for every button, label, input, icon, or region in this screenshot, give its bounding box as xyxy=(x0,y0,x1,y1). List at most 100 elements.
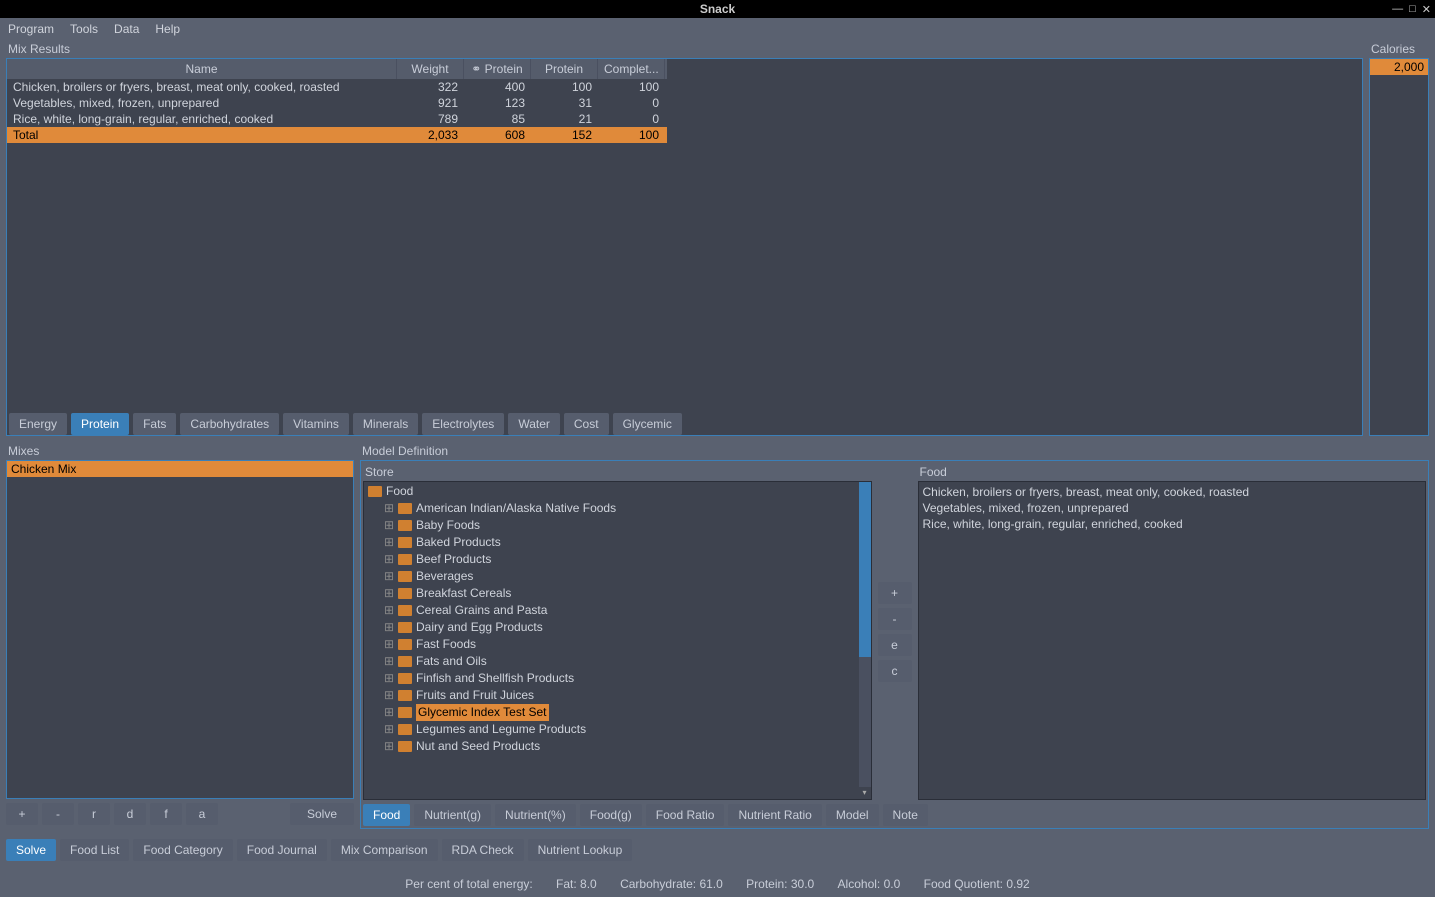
expand-icon[interactable]: ⊞ xyxy=(384,704,394,721)
tab-energy[interactable]: Energy xyxy=(9,413,67,435)
model-tab-nutrientratio[interactable]: Nutrient Ratio xyxy=(728,804,821,826)
mix-btn-r[interactable]: r xyxy=(78,803,110,825)
expand-icon[interactable]: ⊞ xyxy=(384,738,394,755)
main-tab-nutrientlookup[interactable]: Nutrient Lookup xyxy=(528,839,633,861)
model-tab-foodg[interactable]: Food(g) xyxy=(580,804,642,826)
tree-root[interactable]: Food xyxy=(366,483,869,500)
close-icon[interactable]: ✕ xyxy=(1422,3,1431,16)
store-tree[interactable]: Food⊞American Indian/Alaska Native Foods… xyxy=(363,481,872,800)
col-protein[interactable]: Protein xyxy=(531,59,598,79)
tab-water[interactable]: Water xyxy=(508,413,560,435)
mix-btn-f[interactable]: f xyxy=(150,803,182,825)
tab-glycemic[interactable]: Glycemic xyxy=(613,413,682,435)
table-row-total[interactable]: Total2,033608152100 xyxy=(7,127,667,143)
cell-name: Rice, white, long-grain, regular, enrich… xyxy=(7,111,397,127)
tab-minerals[interactable]: Minerals xyxy=(353,413,418,435)
model-tab-note[interactable]: Note xyxy=(883,804,928,826)
tab-protein[interactable]: Protein xyxy=(71,413,129,435)
expand-icon[interactable]: ⊞ xyxy=(384,670,394,687)
menu-help[interactable]: Help xyxy=(155,22,180,36)
tree-item[interactable]: ⊞Baked Products xyxy=(366,534,869,551)
col-weight[interactable]: Weight xyxy=(397,59,464,79)
tab-electrolytes[interactable]: Electrolytes xyxy=(422,413,504,435)
tree-item[interactable]: ⊞Finfish and Shellfish Products xyxy=(366,670,869,687)
expand-icon[interactable]: ⊞ xyxy=(384,687,394,704)
main-tab-rdacheck[interactable]: RDA Check xyxy=(442,839,524,861)
transfer-btn-+[interactable]: + xyxy=(878,582,912,604)
calories-value[interactable]: 2,000 xyxy=(1370,59,1428,75)
tree-item[interactable]: ⊞Fats and Oils xyxy=(366,653,869,670)
mix-btn--[interactable]: - xyxy=(42,803,74,825)
menu-data[interactable]: Data xyxy=(114,22,139,36)
cell-protein: 100 xyxy=(531,79,598,95)
model-tab-nutrientg[interactable]: Nutrient(g) xyxy=(414,804,491,826)
expand-icon[interactable]: ⊞ xyxy=(384,568,394,585)
expand-icon[interactable]: ⊞ xyxy=(384,721,394,738)
tab-carbohydrates[interactable]: Carbohydrates xyxy=(180,413,279,435)
model-tab-nutrient[interactable]: Nutrient(%) xyxy=(495,804,576,826)
tree-item[interactable]: ⊞Beverages xyxy=(366,568,869,585)
tab-vitamins[interactable]: Vitamins xyxy=(283,413,349,435)
food-list[interactable]: Chicken, broilers or fryers, breast, mea… xyxy=(918,481,1427,800)
food-item[interactable]: Vegetables, mixed, frozen, unprepared xyxy=(923,500,1422,516)
tree-item[interactable]: ⊞Beef Products xyxy=(366,551,869,568)
table-row[interactable]: Vegetables, mixed, frozen, unprepared921… xyxy=(7,95,667,111)
expand-icon[interactable]: ⊞ xyxy=(384,534,394,551)
minimize-icon[interactable]: — xyxy=(1392,3,1403,16)
folder-icon xyxy=(398,639,412,650)
table-row[interactable]: Rice, white, long-grain, regular, enrich… xyxy=(7,111,667,127)
mixes-list[interactable]: Chicken Mix xyxy=(6,460,354,799)
scrollbar[interactable]: ▾ xyxy=(859,482,871,799)
tree-item[interactable]: ⊞Cereal Grains and Pasta xyxy=(366,602,869,619)
tree-label: Fruits and Fruit Juices xyxy=(416,687,534,704)
mix-btn-d[interactable]: d xyxy=(114,803,146,825)
tree-item[interactable]: ⊞Breakfast Cereals xyxy=(366,585,869,602)
tree-item[interactable]: ⊞Glycemic Index Test Set xyxy=(366,704,869,721)
expand-icon[interactable]: ⊞ xyxy=(384,500,394,517)
tab-cost[interactable]: Cost xyxy=(564,413,609,435)
tree-item[interactable]: ⊞Legumes and Legume Products xyxy=(366,721,869,738)
scroll-down-icon[interactable]: ▾ xyxy=(859,787,871,799)
scrollbar-thumb[interactable] xyxy=(859,482,871,657)
tab-fats[interactable]: Fats xyxy=(133,413,176,435)
solve-button[interactable]: Solve xyxy=(290,803,354,825)
transfer-btn--[interactable]: - xyxy=(878,608,912,630)
menu-tools[interactable]: Tools xyxy=(70,22,98,36)
tree-item[interactable]: ⊞Nut and Seed Products xyxy=(366,738,869,755)
food-item[interactable]: Chicken, broilers or fryers, breast, mea… xyxy=(923,484,1422,500)
model-tab-food[interactable]: Food xyxy=(363,804,410,826)
main-tab-foodlist[interactable]: Food List xyxy=(60,839,129,861)
model-tab-foodratio[interactable]: Food Ratio xyxy=(646,804,725,826)
transfer-btn-e[interactable]: e xyxy=(878,634,912,656)
main-tab-mixcomparison[interactable]: Mix Comparison xyxy=(331,839,438,861)
col-complete[interactable]: Complet... xyxy=(598,59,665,79)
menu-program[interactable]: Program xyxy=(8,22,54,36)
main-tab-foodcategory[interactable]: Food Category xyxy=(133,839,232,861)
expand-icon[interactable]: ⊞ xyxy=(384,517,394,534)
mix-btn-+[interactable]: + xyxy=(6,803,38,825)
expand-icon[interactable]: ⊞ xyxy=(384,619,394,636)
folder-icon xyxy=(398,520,412,531)
expand-icon[interactable]: ⊞ xyxy=(384,551,394,568)
main-tab-solve[interactable]: Solve xyxy=(6,839,56,861)
expand-icon[interactable]: ⊞ xyxy=(384,653,394,670)
expand-icon[interactable]: ⊞ xyxy=(384,636,394,653)
model-tab-model[interactable]: Model xyxy=(826,804,879,826)
expand-icon[interactable]: ⊞ xyxy=(384,585,394,602)
tree-item[interactable]: ⊞ Dairy and Egg Products xyxy=(366,619,869,636)
col-pprotein[interactable]: ⚭ Protein xyxy=(464,59,531,79)
main-tab-foodjournal[interactable]: Food Journal xyxy=(237,839,327,861)
table-row[interactable]: Chicken, broilers or fryers, breast, mea… xyxy=(7,79,667,95)
tree-label: Dairy and Egg Products xyxy=(416,619,543,636)
transfer-btn-c[interactable]: c xyxy=(878,660,912,682)
tree-item[interactable]: ⊞Baby Foods xyxy=(366,517,869,534)
col-name[interactable]: Name xyxy=(7,59,397,79)
mix-btn-a[interactable]: a xyxy=(186,803,218,825)
food-item[interactable]: Rice, white, long-grain, regular, enrich… xyxy=(923,516,1422,532)
expand-icon[interactable]: ⊞ xyxy=(384,602,394,619)
mix-item[interactable]: Chicken Mix xyxy=(7,461,353,477)
tree-item[interactable]: ⊞American Indian/Alaska Native Foods xyxy=(366,500,869,517)
tree-item[interactable]: ⊞Fast Foods xyxy=(366,636,869,653)
maximize-icon[interactable]: □ xyxy=(1409,3,1416,16)
tree-item[interactable]: ⊞ Fruits and Fruit Juices xyxy=(366,687,869,704)
